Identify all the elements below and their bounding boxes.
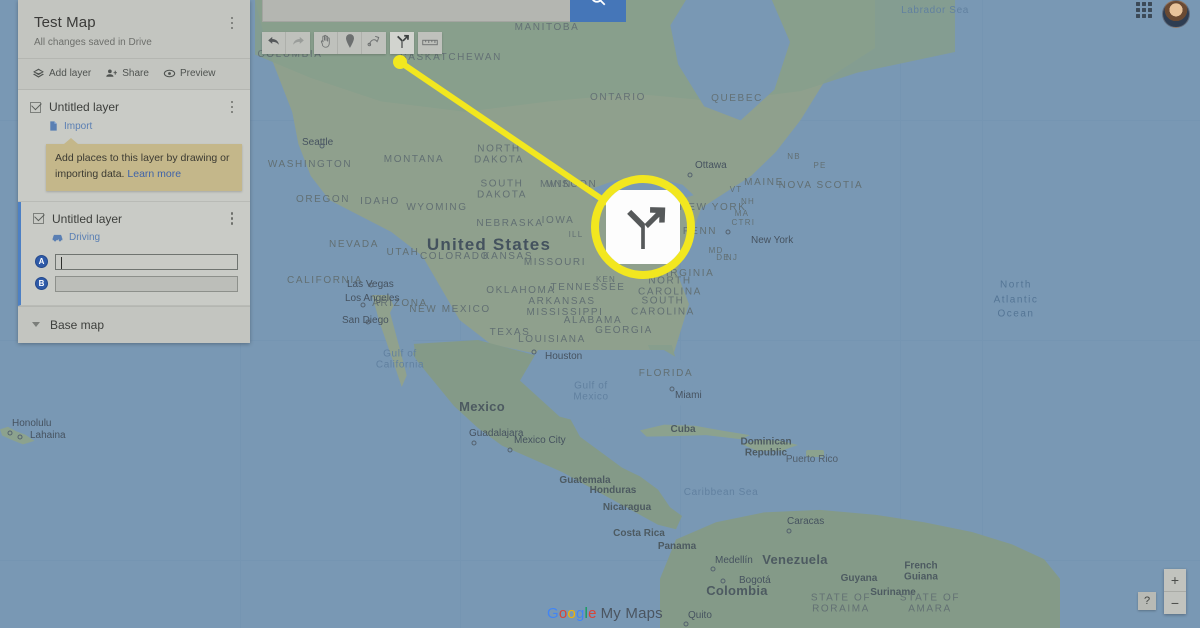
zoom-out-button[interactable]: − (1164, 592, 1186, 614)
select-pan-button[interactable] (314, 32, 338, 54)
map-edit-toolbar (262, 32, 442, 54)
more-vertical-icon[interactable] (224, 14, 240, 34)
my-maps-wordmark: My Maps (600, 605, 663, 622)
person-add-icon (105, 67, 118, 80)
city-dot (786, 528, 792, 534)
callout-origin-dot (393, 55, 407, 69)
travel-mode-driving[interactable]: Driving (21, 230, 250, 251)
waypoint-input-b[interactable] (55, 275, 238, 292)
city-dot (725, 229, 731, 235)
hand-icon (319, 34, 332, 53)
search-icon (589, 0, 607, 12)
layer-menu-icon[interactable] (224, 98, 240, 118)
base-map-label: Base map (50, 317, 105, 332)
eye-icon (163, 67, 176, 80)
car-icon (51, 232, 64, 242)
google-my-maps-screen: United States Mexico Cuba Venezuela Colombia… (0, 0, 1200, 628)
city-dot (720, 578, 726, 584)
panel-actions: Add layer Share Preview (18, 58, 250, 90)
map-pin-icon (345, 33, 355, 53)
import-link[interactable]: Import (18, 118, 250, 140)
layer-menu-icon[interactable] (224, 210, 240, 230)
layer-visibility-checkbox[interactable] (33, 213, 44, 224)
ruler-icon (422, 34, 438, 52)
layer-card-1[interactable]: Untitled layer Import Add places to this… (18, 90, 250, 202)
waypoint-input-a[interactable] (55, 253, 238, 270)
city-dot (687, 172, 693, 178)
directions-inputs: A B (21, 251, 250, 305)
panel-header: Test Map All changes saved in Drive (18, 0, 250, 58)
draw-line-button[interactable] (362, 32, 386, 54)
learn-more-link[interactable]: Learn more (127, 168, 181, 180)
google-apps-grid-icon[interactable] (1136, 2, 1154, 20)
layer-name[interactable]: Untitled layer (49, 100, 119, 114)
layer-name[interactable]: Untitled layer (52, 212, 122, 226)
preview-label: Preview (179, 68, 216, 79)
polyline-icon (367, 34, 381, 53)
callout-magnifier-ring (591, 175, 695, 279)
save-status: All changes saved in Drive (34, 37, 152, 48)
city-dot (683, 621, 689, 627)
help-button[interactable]: ? (1138, 592, 1156, 610)
travel-mode-label: Driving (69, 231, 101, 243)
layer-row: Untitled layer (18, 90, 250, 118)
google-wordmark: Google (547, 605, 597, 622)
layer-row: Untitled layer (21, 202, 250, 230)
measure-distance-button[interactable] (418, 32, 442, 54)
share-label: Share (122, 68, 149, 79)
landmass-puerto-rico (806, 450, 824, 457)
redo-button[interactable] (286, 32, 310, 54)
direction-row-b: B (21, 273, 250, 295)
search-placeholder (263, 0, 570, 3)
share-button[interactable]: Share (105, 67, 149, 80)
toolbar-group-draw (314, 32, 386, 54)
city-dot (507, 447, 513, 453)
city-dot (531, 349, 537, 355)
avatar[interactable] (1162, 0, 1190, 28)
city-dot (319, 143, 325, 149)
base-map-row[interactable]: Base map (18, 305, 250, 343)
my-maps-side-panel: Test Map All changes saved in Drive Add … (18, 0, 250, 343)
callout-magnified-tool (606, 190, 680, 264)
redo-icon (291, 34, 305, 52)
waypoint-marker-a: A (35, 255, 48, 268)
city-dot (360, 302, 366, 308)
search-input[interactable] (262, 0, 570, 22)
toolbar-group-history (262, 32, 310, 54)
city-dot (710, 566, 716, 572)
city-dot (365, 319, 371, 325)
toolbar-group-directions (390, 32, 414, 54)
zoom-controls: + − (1164, 569, 1186, 614)
layer-hint-tooltip: Add places to this layer by drawing or i… (46, 138, 242, 191)
import-file-icon (48, 120, 59, 132)
add-marker-button[interactable] (338, 32, 362, 54)
city-dot (17, 434, 23, 440)
city-dot (7, 430, 13, 436)
text-caret (61, 256, 62, 269)
waypoint-marker-b: B (35, 277, 48, 290)
page-title[interactable]: Test Map (34, 14, 234, 31)
layer-card-2[interactable]: Untitled layer Driving A B (18, 201, 250, 306)
add-directions-button[interactable] (390, 32, 414, 54)
layer-visibility-checkbox[interactable] (30, 101, 41, 113)
toolbar-group-measure (418, 32, 442, 54)
undo-button[interactable] (262, 32, 286, 54)
triangle-down-icon[interactable] (32, 322, 40, 327)
map-search (262, 0, 626, 22)
add-layer-button[interactable]: Add layer (32, 67, 91, 80)
undo-icon (267, 34, 281, 52)
zoom-in-button[interactable]: + (1164, 569, 1186, 591)
preview-button[interactable]: Preview (163, 67, 216, 80)
add-layer-label: Add layer (49, 68, 92, 79)
city-dot (471, 440, 477, 446)
directions-fork-icon (395, 33, 409, 53)
search-button[interactable] (570, 0, 626, 22)
direction-row-a: A (21, 251, 250, 273)
city-dot (669, 386, 675, 392)
import-label: Import (64, 120, 93, 132)
google-my-maps-attribution: Google My Maps (547, 605, 663, 622)
directions-fork-icon (620, 201, 666, 254)
city-dot (368, 282, 374, 288)
layers-icon (32, 67, 45, 80)
